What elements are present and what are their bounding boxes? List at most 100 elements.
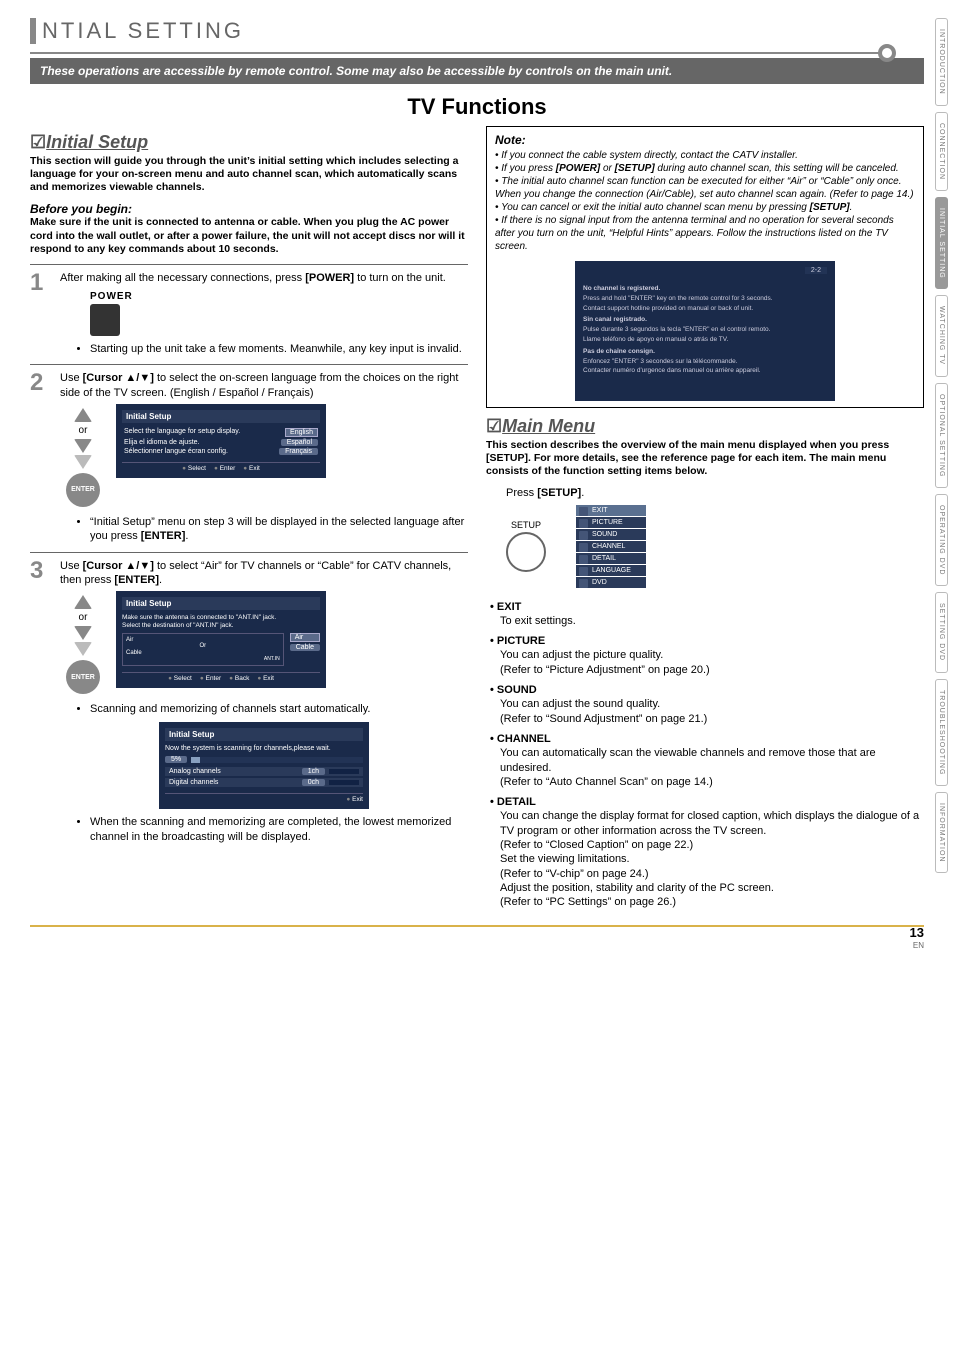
cursor-keys-icon-2: or ENTER <box>66 595 100 694</box>
page-lang: EN <box>913 941 924 950</box>
left-column: Initial Setup This section will guide yo… <box>30 126 468 915</box>
side-tab: INFORMATION <box>935 792 948 873</box>
scan-progress-bar <box>191 757 363 763</box>
step-3: 3 Use [Cursor ▲/▼] to select “Air” for T… <box>30 552 468 852</box>
menu-desc-title: PICTURE <box>490 634 924 648</box>
menu-desc-title: CHANNEL <box>490 732 924 746</box>
or-label: or <box>79 425 88 436</box>
lang-row-es-label: Elija el idioma de ajuste. <box>124 439 200 446</box>
menu-desc-item: DETAILYou can change the display format … <box>490 795 924 909</box>
setup-label: SETUP <box>506 520 546 530</box>
menu-desc-line: (Refer to “Auto Channel Scan” on page 14… <box>500 775 924 789</box>
scan-analog-label: Analog channels <box>169 768 221 775</box>
menu-desc-line: Adjust the position, stability and clari… <box>500 881 924 895</box>
main-menu-intro: This section describes the overview of t… <box>486 439 924 478</box>
menu-desc-line: Set the viewing limitations. <box>500 852 924 866</box>
enter-button-icon: ENTER <box>66 473 100 507</box>
scanning-osd-title: Initial Setup <box>165 728 363 741</box>
language-osd: Initial Setup Select the language for se… <box>116 404 326 478</box>
step-3-text: Use [Cursor ▲/▼] to select “Air” for TV … <box>60 559 468 588</box>
antenna-diagram: Air Or Cable ANT.IN <box>122 633 284 666</box>
scan-percent: 5% <box>165 756 187 763</box>
before-you-begin-label: Before you begin: <box>30 202 468 216</box>
setup-menu-item: CHANNEL <box>576 541 646 552</box>
cursor-down-shadow-icon-2 <box>74 642 92 656</box>
antenna-air-option: Air <box>290 633 320 642</box>
before-you-begin-text: Make sure if the unit is connected to an… <box>30 216 468 255</box>
setup-menu-item: DETAIL <box>576 553 646 564</box>
menu-desc-line: (Refer to “Sound Adjustment” on page 21.… <box>500 712 924 726</box>
press-setup-line: Press [SETUP]. <box>506 487 924 499</box>
menu-desc-line: (Refer to “V-chip” on page 24.) <box>500 867 924 881</box>
hh-fr-1: Enfoncez "ENTER" 3 secondes sur la téléc… <box>583 358 827 366</box>
antenna-osd-title: Initial Setup <box>122 597 320 610</box>
menu-desc-line: (Refer to “Picture Adjustment” on page 2… <box>500 663 924 677</box>
step-1-text: After making all the necessary connectio… <box>60 271 468 285</box>
side-tab: CONNECTION <box>935 112 948 191</box>
hh-en-2: Contact support hotline provided on manu… <box>583 305 827 313</box>
side-tab: INTRODUCTION <box>935 18 948 106</box>
lang-row-fr-value: Français <box>279 448 318 455</box>
note-item: The initial auto channel scan function c… <box>495 175 915 201</box>
remote-note-bar: These operations are accessible by remot… <box>30 58 924 84</box>
power-label: POWER <box>90 291 468 302</box>
lang-row-en-value: English <box>285 428 318 437</box>
initial-setup-intro: This section will guide you through the … <box>30 155 468 194</box>
scanning-osd: Initial Setup Now the system is scanning… <box>159 722 369 809</box>
main-menu-heading: Main Menu <box>486 416 924 437</box>
antenna-osd-buttons: SelectEnterBackExit <box>122 672 320 682</box>
menu-desc-item: CHANNELYou can automatically scan the vi… <box>490 732 924 789</box>
section-title: TV Functions <box>30 94 924 120</box>
step-2-sub: “Initial Setup” menu on step 3 will be d… <box>90 515 468 544</box>
hh-en-head: No channel is registered. <box>583 285 827 293</box>
setup-menu-item: PICTURE <box>576 517 646 528</box>
menu-desc-line: You can adjust the picture quality. <box>500 648 924 662</box>
cursor-down-shadow-icon <box>74 455 92 469</box>
helpful-hints-corner: 2-2 <box>805 267 827 274</box>
menu-desc-title: EXIT <box>490 600 924 614</box>
cursor-up-icon-2 <box>74 595 92 609</box>
title-underline <box>30 52 884 54</box>
step-2-number: 2 <box>30 371 52 547</box>
menu-desc-line: You can adjust the sound quality. <box>500 697 924 711</box>
note-list: If you connect the cable system directly… <box>495 149 915 253</box>
step-2: 2 Use [Cursor ▲/▼] to select the on-scre… <box>30 364 468 551</box>
menu-desc-item: PICTUREYou can adjust the picture qualit… <box>490 634 924 677</box>
side-tab: OPERATING DVD <box>935 494 948 586</box>
side-tab: INITIAL SETTING <box>935 197 948 290</box>
page-footer: 13 EN <box>30 925 924 951</box>
language-osd-title: Initial Setup <box>122 410 320 423</box>
step-1-number: 1 <box>30 271 52 361</box>
scanning-msg: Now the system is scanning for channels,… <box>165 745 363 752</box>
menu-desc-line: To exit settings. <box>500 614 924 628</box>
page-title: NTIAL SETTING <box>30 18 244 44</box>
menu-description-list: EXITTo exit settings.PICTUREYou can adju… <box>490 600 924 910</box>
note-item: If there is no signal input from the ant… <box>495 214 915 253</box>
hh-es-head: Sin canal registrado. <box>583 316 827 324</box>
note-item: You can cancel or exit the initial auto … <box>495 201 915 214</box>
side-tab: WATCHING TV <box>935 295 948 376</box>
hh-es-1: Pulse durante 3 segundos la tecla "ENTER… <box>583 326 827 334</box>
setup-menu-item: DVD <box>576 577 646 588</box>
right-column: Note: If you connect the cable system di… <box>486 126 924 915</box>
step-1-sub: Starting up the unit take a few moments.… <box>90 342 468 356</box>
or-label-2: or <box>79 612 88 623</box>
enter-button-icon-2: ENTER <box>66 660 100 694</box>
side-tabs: INTRODUCTION CONNECTION INITIAL SETTING WAT… <box>935 18 948 873</box>
note-item: If you press [POWER] or [SETUP] during a… <box>495 162 915 175</box>
initial-setup-heading: Initial Setup <box>30 132 468 153</box>
side-tab: OPTIONAL SETTING <box>935 383 948 488</box>
setup-menu-item: SOUND <box>576 529 646 540</box>
antenna-osd-line1: Make sure the antenna is connected to "A… <box>122 614 320 622</box>
lang-row-es-value: Español <box>281 439 318 446</box>
lang-row-fr-label: Sélectionner langue écran config. <box>124 448 228 455</box>
language-osd-buttons: SelectEnterExit <box>122 462 320 472</box>
side-tab: TROUBLESHOOTING <box>935 679 948 786</box>
hh-en-1: Press and hold "ENTER" key on the remote… <box>583 295 827 303</box>
antenna-osd: Initial Setup Make sure the antenna is c… <box>116 591 326 688</box>
menu-desc-line: (Refer to “PC Settings” on page 26.) <box>500 895 924 909</box>
menu-desc-line: (Refer to “Closed Caption” on page 22.) <box>500 838 924 852</box>
cursor-keys-icon: or ENTER <box>66 408 100 507</box>
scan-exit-btn: Exit <box>346 796 363 803</box>
side-tab: SETTING DVD <box>935 592 948 672</box>
